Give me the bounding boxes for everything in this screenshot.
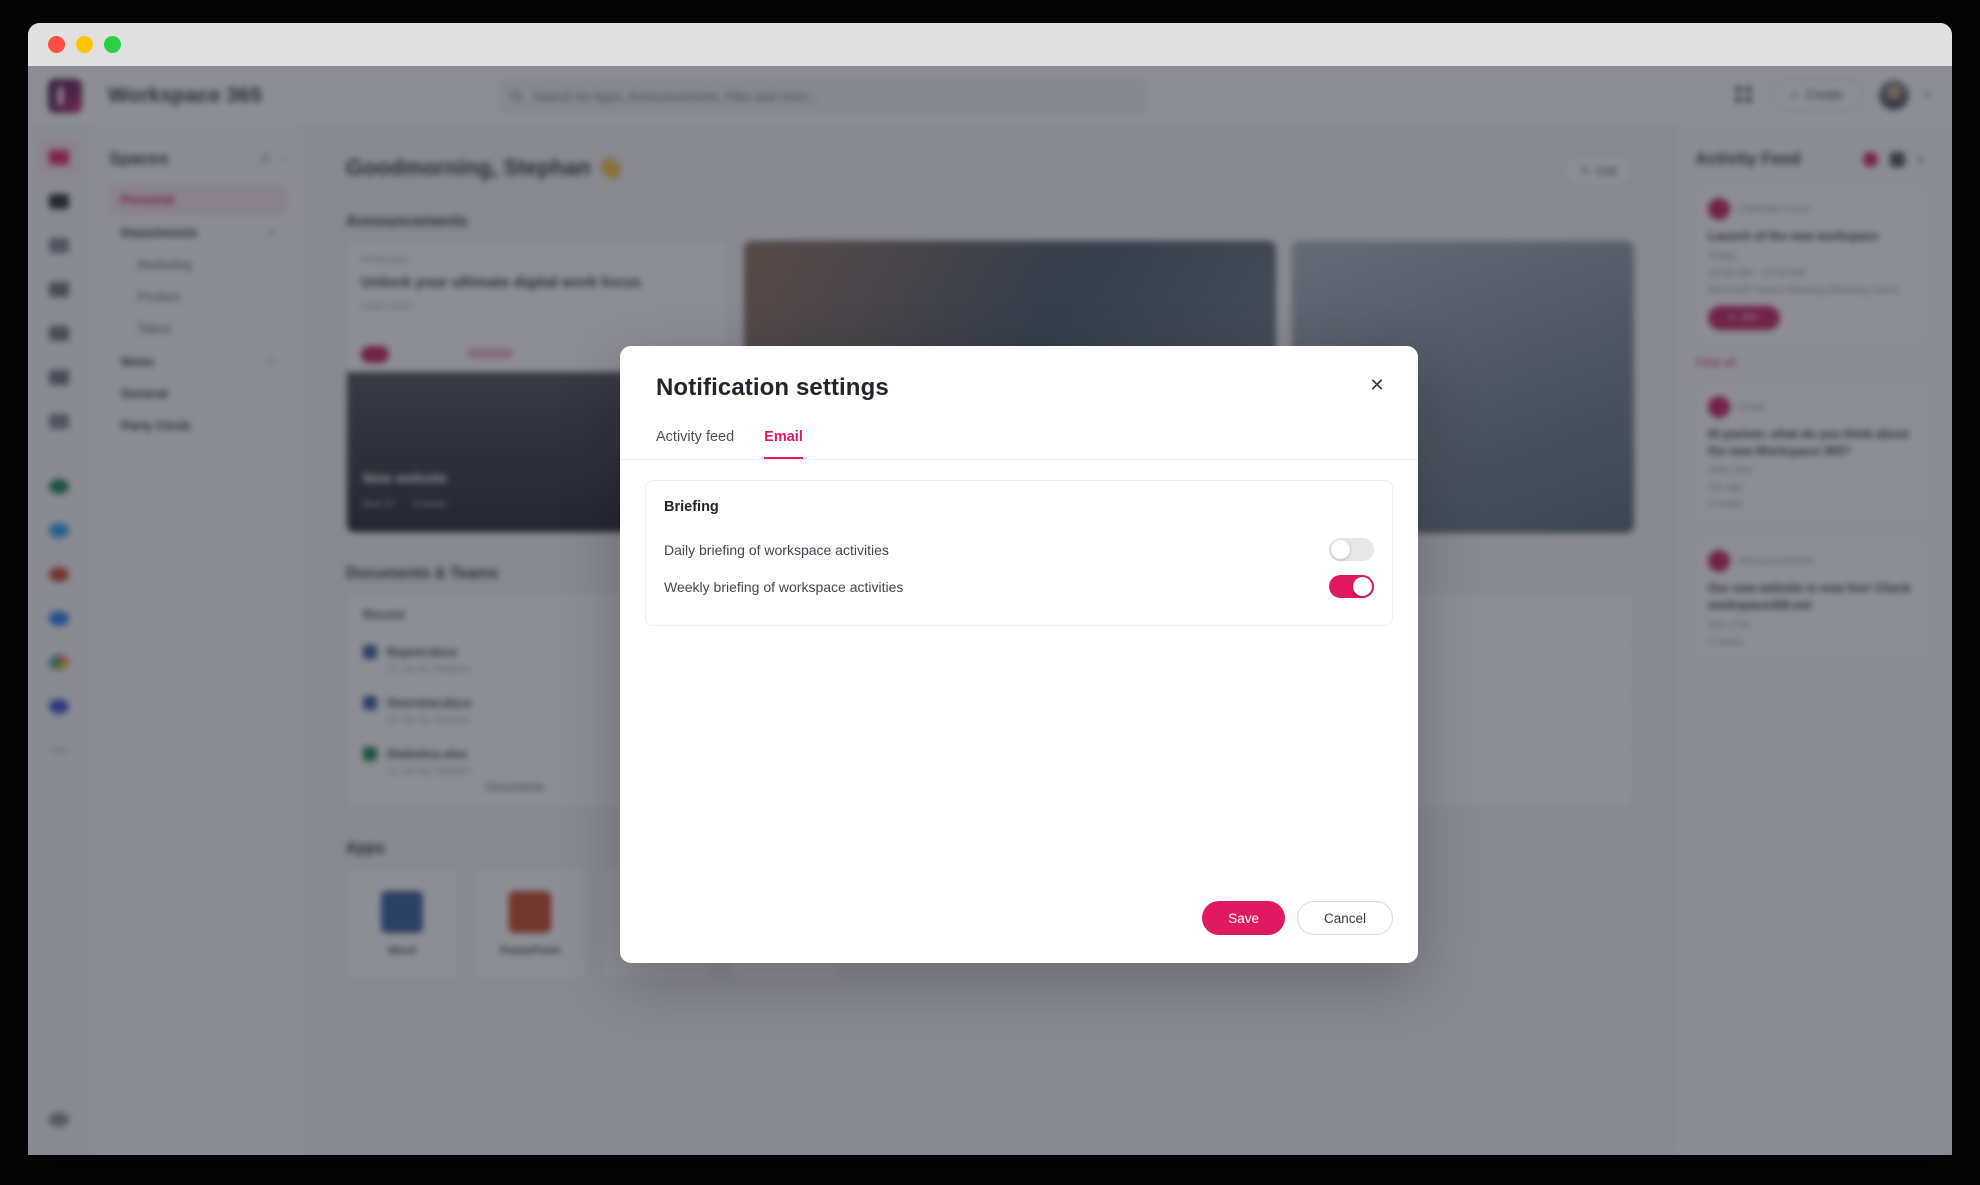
dialog-header: Notification settings ✕ [620,346,1418,402]
window-maximize-button[interactable] [104,36,121,53]
option-label: Daily briefing of workspace activities [664,541,889,558]
dialog-title: Notification settings [656,374,889,401]
save-button[interactable]: Save [1202,901,1285,935]
window-titlebar [28,23,1952,66]
toggle-knob [1353,577,1372,596]
cancel-button[interactable]: Cancel [1296,901,1393,935]
toggle-knob [1331,540,1350,559]
briefing-panel-title: Briefing [664,499,719,515]
option-row-daily-briefing: Daily briefing of workspace activities [664,531,1374,568]
dialog-tabs: Activity feed Email [620,429,1418,460]
tab-activity-feed[interactable]: Activity feed [656,429,734,459]
window-minimize-button[interactable] [76,36,93,53]
close-icon[interactable]: ✕ [1364,372,1390,398]
app-viewport: Workspace 365 Search for Apps, Announcem… [28,66,1952,1155]
option-row-weekly-briefing: Weekly briefing of workspace activities [664,568,1374,605]
option-label: Weekly briefing of workspace activities [664,578,904,595]
tab-email[interactable]: Email [764,429,803,459]
briefing-panel: Briefing Daily briefing of workspace act… [645,480,1393,626]
notification-settings-dialog: Notification settings ✕ Activity feed Em… [620,346,1418,963]
daily-briefing-toggle[interactable] [1329,538,1374,561]
dialog-footer: Save Cancel [620,901,1418,963]
weekly-briefing-toggle[interactable] [1329,575,1374,598]
window-close-button[interactable] [48,36,65,53]
browser-window: Workspace 365 Search for Apps, Announcem… [28,23,1952,1155]
screenshot-root: Workspace 365 Search for Apps, Announcem… [0,0,1980,1185]
dialog-body: Briefing Daily briefing of workspace act… [620,460,1418,901]
